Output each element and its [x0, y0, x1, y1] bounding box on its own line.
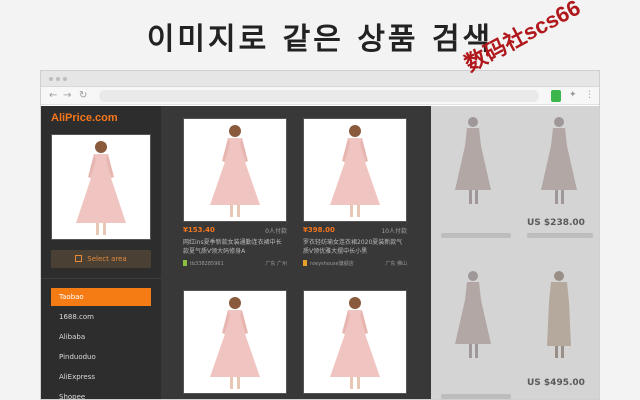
- product-price: US $238.00: [527, 218, 585, 228]
- placeholder-bar: [527, 233, 593, 238]
- crop-icon: [75, 255, 83, 262]
- address-bar[interactable]: [99, 90, 539, 102]
- product-thumbnail[interactable]: [183, 118, 287, 222]
- product-thumbnail[interactable]: [303, 118, 407, 222]
- product-thumbnail[interactable]: [303, 290, 407, 394]
- shop-label: tb338285961: [190, 261, 224, 267]
- navigation-bar: ← → ↻ ✦ ⋮: [41, 87, 599, 105]
- product-thumbnail[interactable]: [183, 290, 287, 394]
- location: 广东 佛山: [385, 261, 407, 267]
- dress-image: [210, 297, 260, 389]
- extension-icon[interactable]: [551, 90, 561, 102]
- shop-icon: [303, 260, 307, 266]
- dress-image: [541, 117, 577, 204]
- dress-image: [330, 297, 380, 389]
- shop-name[interactable]: roeyshouse旗舰店: [303, 260, 354, 267]
- browser-window: ← → ↻ ✦ ⋮ US $238.00 US $495.00 AliPrice…: [40, 70, 600, 400]
- product-price: US $495.00: [527, 378, 585, 388]
- platform-alibaba[interactable]: Alibaba: [51, 328, 151, 346]
- platform-1688[interactable]: 1688.com: [51, 308, 151, 326]
- dress-image: [76, 141, 126, 235]
- platform-pinduoduo[interactable]: Pinduoduo: [51, 348, 151, 366]
- dress-image: [547, 271, 571, 358]
- menu-icon[interactable]: ⋮: [585, 90, 594, 100]
- dress-image: [210, 125, 260, 217]
- window-dot[interactable]: [56, 77, 60, 81]
- sales-count: 0人付款: [265, 228, 287, 235]
- results-panel: ¥153.40 0人付款 网红ins夏季新款女装通勤连衣裙中长款夏气质V领大码修…: [161, 106, 431, 399]
- page-content: US $238.00 US $495.00 AliPrice.com Selec…: [41, 106, 599, 399]
- platform-shopee[interactable]: Shopee: [51, 388, 151, 399]
- product-price: ¥398.00: [303, 226, 335, 234]
- select-area-label: Select area: [87, 255, 127, 263]
- location: 广东 广州: [265, 261, 287, 267]
- forward-icon[interactable]: →: [63, 90, 71, 102]
- product-title[interactable]: 罗衣轻纺瑜女连衣裙2020夏装新款气质V领优雅大摆中长小黑: [303, 238, 407, 256]
- aliprice-logo[interactable]: AliPrice.com: [51, 112, 118, 124]
- select-area-button[interactable]: Select area: [51, 250, 151, 268]
- window-dot[interactable]: [63, 77, 67, 81]
- aliprice-sidebar: AliPrice.com Select area Taobao 1688.com…: [41, 106, 161, 399]
- platform-aliexpress[interactable]: AliExpress: [51, 368, 151, 386]
- reload-icon[interactable]: ↻: [79, 90, 87, 102]
- shop-name[interactable]: tb338285961: [183, 260, 224, 267]
- platform-taobao[interactable]: Taobao: [51, 288, 151, 306]
- tab-bar: [41, 71, 599, 87]
- dress-image: [330, 125, 380, 217]
- background-page: US $238.00 US $495.00: [431, 106, 599, 399]
- window-dot[interactable]: [49, 77, 53, 81]
- puzzle-icon[interactable]: ✦: [569, 90, 577, 100]
- placeholder-bar: [441, 233, 511, 238]
- dress-image: [455, 117, 491, 204]
- shop-icon: [183, 260, 187, 266]
- product-price: ¥153.40: [183, 226, 215, 234]
- product-title[interactable]: 网红ins夏季新款女装通勤连衣裙中长款夏气质V领大码修身A: [183, 238, 287, 256]
- sidebar-divider: [41, 278, 161, 279]
- placeholder-bar: [441, 394, 511, 399]
- sales-count: 10人付款: [381, 228, 407, 235]
- dress-image: [455, 271, 491, 358]
- back-icon[interactable]: ←: [49, 90, 57, 102]
- source-image: [51, 134, 151, 240]
- shop-label: roeyshouse旗舰店: [310, 261, 354, 267]
